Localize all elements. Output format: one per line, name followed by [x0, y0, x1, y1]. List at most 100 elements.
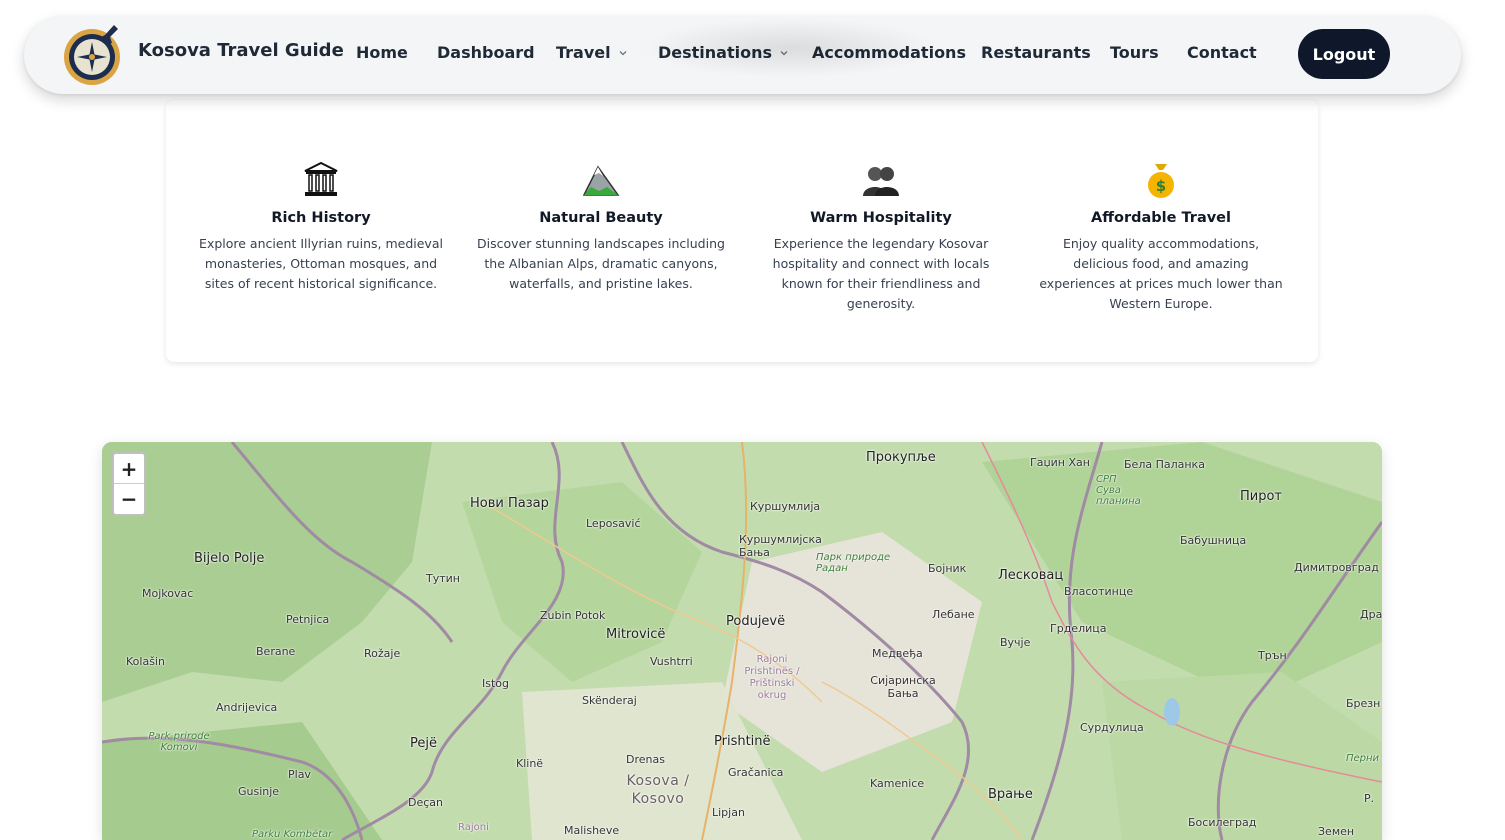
nav-dashboard-label: Dashboard [437, 43, 535, 62]
map-label: Перни [1346, 753, 1380, 764]
chevron-down-icon [619, 50, 627, 55]
map-label: Грделица [1050, 622, 1107, 635]
nav-restaurants-label: Restaurants [981, 43, 1091, 62]
map-label: Р. [1364, 792, 1375, 805]
map-label: Klinë [516, 757, 544, 770]
map-label: Podujevë [726, 614, 786, 629]
chevron-down-icon [780, 50, 788, 55]
map-label: Pejë [410, 736, 437, 751]
nav-destinations-dropdown[interactable]: Destinations [658, 43, 788, 62]
map-label: Куршумлијска Бања [739, 533, 822, 559]
map-label: Тутин [426, 572, 460, 585]
svg-text:$: $ [1156, 177, 1166, 195]
brand-title[interactable]: Kosova Travel Guide [138, 40, 344, 61]
map-label: Gračanica [728, 766, 784, 779]
nav-destinations-label: Destinations [658, 43, 773, 62]
map-label: Kosova / Kosovo [626, 773, 690, 807]
map-label: Lipjan [712, 806, 745, 819]
nav-dashboard[interactable]: Dashboard [437, 43, 535, 62]
nav-travel-label: Travel [556, 43, 611, 62]
map-label: Лесковац [998, 568, 1064, 583]
map-label: Трън [1258, 649, 1287, 662]
map-label: Plav [288, 768, 311, 781]
map-label: Сијаринска Бања [870, 674, 936, 700]
map-label: Rožaje [364, 647, 401, 660]
nav-accommodations-label: Accommodations [812, 43, 966, 62]
map-label: Сурдулица [1080, 721, 1144, 734]
mountain-icon [582, 165, 620, 196]
map-label: Rajoni Prishtinës / Prištinski okrug [744, 654, 800, 701]
logout-button[interactable]: Logout [1298, 29, 1390, 79]
map-label: Istog [482, 677, 510, 690]
map-label: Parku Kombëtar [252, 829, 333, 840]
zoom-in-button[interactable]: + [114, 454, 144, 484]
map-label: Земен [1318, 825, 1355, 838]
nav-home-label: Home [356, 43, 408, 62]
feature-title: Natural Beauty [539, 210, 663, 226]
zoom-control: + − [112, 452, 146, 516]
compass-logo-icon[interactable] [62, 23, 126, 87]
classical-building-icon [304, 161, 338, 196]
nav-contact[interactable]: Contact [1187, 43, 1257, 62]
feature-description: Discover stunning landscapes including t… [477, 236, 725, 291]
map-label: Prishtinë [714, 734, 771, 749]
map-label: Deçan [408, 796, 443, 809]
nav-travel-dropdown[interactable]: Travel [556, 43, 627, 62]
map-label: Нови Пазар [470, 496, 549, 511]
map-label: Zubin Potok [540, 609, 606, 622]
feature-title: Rich History [271, 210, 371, 226]
nav-tours-label: Tours [1110, 43, 1159, 62]
map-label: Власотинце [1064, 585, 1134, 598]
nav-restaurants[interactable]: Restaurants [981, 43, 1091, 62]
map-label: СРП Сува планина [1096, 474, 1141, 507]
feature-description: Explore ancient Illyrian ruins, medieval… [199, 236, 443, 291]
nav-tours[interactable]: Tours [1110, 43, 1159, 62]
map-label: Бела Паланка [1124, 458, 1205, 471]
features-card: Rich History Explore ancient Illyrian ru… [166, 100, 1318, 362]
map-label: Врање [988, 787, 1033, 802]
map-label: Vushtrri [650, 655, 693, 668]
map-label: Gusinje [238, 785, 280, 798]
map-label: Rajoni [458, 822, 489, 833]
map-label: Куршумлија [750, 500, 821, 513]
map-label: Босилеград [1188, 816, 1257, 829]
map-label: Прокупље [866, 450, 936, 465]
map-label: Брезн [1346, 697, 1381, 710]
nav-home[interactable]: Home [356, 43, 408, 62]
feature-title: Warm Hospitality [810, 210, 952, 226]
top-navbar: Kosova Travel Guide Home Dashboard Trave… [24, 16, 1461, 94]
map-label: Park prirode Komovi [148, 731, 210, 753]
feature-title: Affordable Travel [1091, 210, 1231, 226]
map-label: Гаџин Хан [1030, 456, 1090, 469]
map-label: Kolašin [126, 655, 165, 668]
map-label: Kamenice [870, 777, 925, 790]
map-label: Бојник [928, 562, 967, 575]
map-label: Бабушница [1180, 534, 1247, 547]
map-label: Драг [1360, 608, 1382, 621]
map-label: Berane [256, 645, 296, 658]
map-label: Bijelo Polje [194, 551, 265, 566]
nav-accommodations[interactable]: Accommodations [812, 43, 966, 62]
feature-natural-beauty: Natural Beauty Discover stunning landsca… [476, 160, 726, 294]
map-label: Andrijevica [216, 701, 278, 714]
map-label: Пирот [1240, 489, 1283, 504]
map-label: Leposavić [586, 517, 641, 530]
map-label: Malisheve [564, 824, 620, 837]
nav-contact-label: Contact [1187, 43, 1257, 62]
money-bag-icon: $ [1148, 164, 1174, 198]
map-label: Drenas [626, 753, 665, 766]
people-icon [863, 167, 899, 196]
map-label: Mojkovac [142, 587, 194, 600]
feature-rich-history: Rich History Explore ancient Illyrian ru… [196, 160, 446, 294]
map-label: Лебане [932, 608, 975, 621]
map-label: Парк природе Радан [816, 552, 891, 574]
zoom-out-button[interactable]: − [114, 484, 144, 514]
map-label: Димитровград [1294, 561, 1379, 574]
map-label: Skënderaj [582, 694, 637, 707]
feature-description: Experience the legendary Kosovar hospita… [772, 236, 990, 311]
map-view[interactable]: + − Нови Пазар Прокупље Гаџин Хан Бела П… [102, 442, 1382, 840]
map-label: Mitrovicë [606, 627, 666, 642]
map-label: Медвеђа [872, 647, 923, 660]
feature-affordable-travel: $ Affordable Travel Enjoy quality accomm… [1036, 160, 1286, 314]
map-label: Вучје [1000, 636, 1031, 649]
